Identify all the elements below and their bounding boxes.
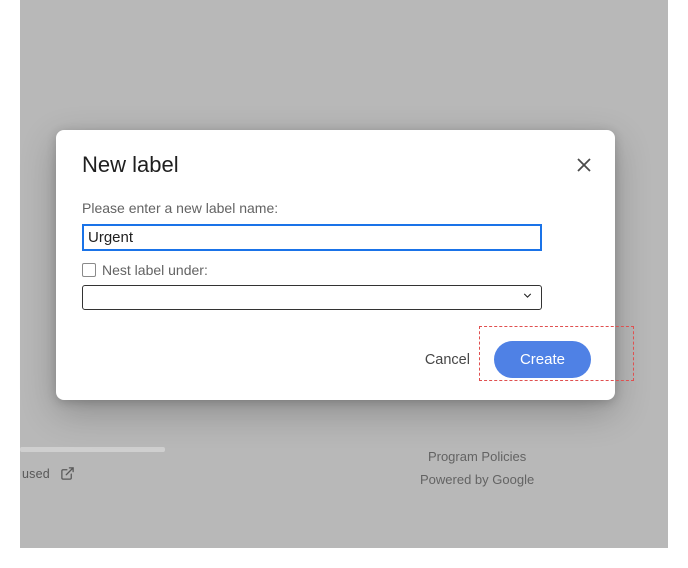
- storage-progress-bar: [20, 447, 165, 452]
- nest-label-row: Nest label under:: [82, 262, 589, 278]
- create-button[interactable]: Create: [494, 341, 591, 378]
- nest-label-checkbox[interactable]: [82, 263, 96, 277]
- footer-links: Program Policies Powered by Google: [420, 446, 534, 492]
- label-name-input[interactable]: [82, 224, 542, 251]
- powered-by-text: Powered by Google: [420, 469, 534, 492]
- storage-used-text: used: [22, 467, 50, 481]
- new-label-dialog: New label Please enter a new label name:…: [56, 130, 615, 400]
- close-icon: [575, 156, 593, 174]
- dialog-buttons: Cancel Create: [421, 341, 591, 378]
- storage-used-link[interactable]: used: [22, 466, 75, 484]
- chevron-down-icon: [521, 289, 534, 307]
- nest-label-text: Nest label under:: [102, 262, 208, 278]
- close-button[interactable]: [575, 156, 593, 179]
- parent-label-select[interactable]: [82, 285, 542, 310]
- program-policies-link[interactable]: Program Policies: [420, 446, 534, 469]
- dialog-title: New label: [82, 152, 589, 178]
- external-link-icon: [60, 466, 75, 484]
- label-name-prompt: Please enter a new label name:: [82, 200, 589, 216]
- cancel-button[interactable]: Cancel: [421, 344, 474, 376]
